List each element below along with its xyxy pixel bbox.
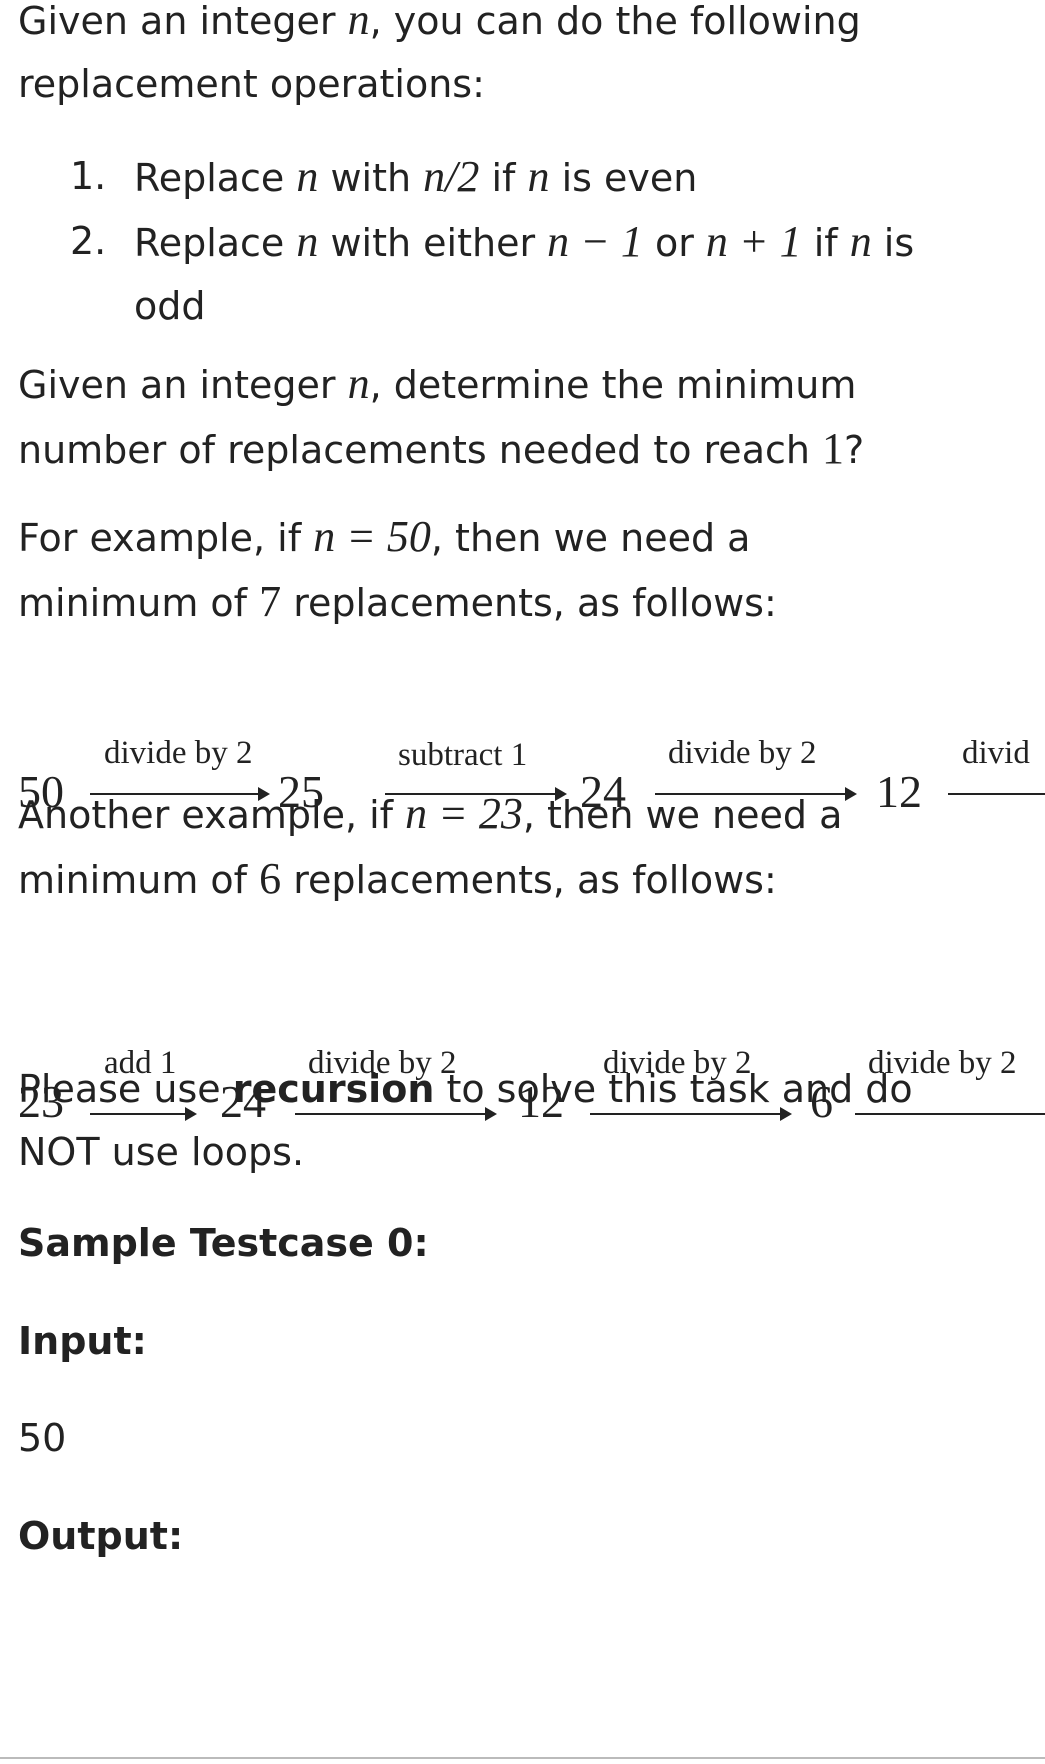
example-text: minimum of (18, 581, 260, 625)
rule-text: if (479, 156, 528, 200)
question-text: ? (844, 428, 865, 472)
rule-text: odd (134, 284, 206, 328)
instruction-text: NOT use loops. (18, 1130, 305, 1174)
input-label: Input: (18, 1319, 147, 1363)
math-var-n: n (347, 0, 370, 44)
chain-label: divide by 2 (668, 735, 817, 771)
example-text: For example, if (18, 516, 314, 560)
rule-text: or (642, 221, 706, 265)
intro-text: , you can do the following (369, 0, 861, 43)
example-text: Another example, if (18, 793, 406, 837)
intro-paragraph: Given an integer n, you can do the follo… (18, 0, 1028, 116)
example-text: replacements, as follows: (281, 858, 777, 902)
rule-item: 1. Replace n with n/2 if n is even (70, 145, 1020, 210)
intro-text: replacement operations: (18, 62, 485, 106)
chain-label: subtract 1 (398, 737, 528, 773)
math-var-n: n (296, 152, 319, 201)
rule-text: with either (318, 221, 548, 265)
question-text: Given an integer (18, 363, 348, 407)
rule-text: Replace (134, 221, 297, 265)
rule-text: Replace (134, 156, 297, 200)
math-var-n: n (849, 217, 872, 266)
chain-label: divid (962, 735, 1030, 771)
rule-text: is even (549, 156, 698, 200)
rule-index: 2. (70, 219, 107, 263)
input-value: 50 (18, 1416, 67, 1460)
example1-paragraph: For example, if n = 50, then we need a m… (18, 505, 1028, 635)
math-number: 1 (822, 424, 845, 473)
math-expr: n + 1 (705, 217, 802, 266)
rules-list: 1. Replace n with n/2 if n is even 2. Re… (70, 145, 1020, 338)
question-text: , determine the minimum (369, 363, 857, 407)
intro-text: Given an integer (18, 0, 348, 43)
rule-item: 2. Replace n with either n − 1 or n + 1 … (70, 210, 1020, 338)
divider (0, 1757, 1045, 1759)
example-text: minimum of (18, 858, 260, 902)
sample-heading: Sample Testcase 0: (18, 1221, 429, 1265)
math-var-n: n (527, 152, 550, 201)
question-paragraph: Given an integer n, determine the minimu… (18, 352, 1028, 482)
rule-text: with (318, 156, 424, 200)
math-number: 6 (259, 854, 282, 903)
instruction-paragraph: Please use recursion to solve this task … (18, 1058, 1028, 1184)
example2-paragraph: Another example, if n = 23, then we need… (18, 782, 1028, 912)
instruction-text: to solve this task and do (434, 1067, 913, 1111)
instruction-emphasis: recursion (232, 1067, 435, 1111)
output-label: Output: (18, 1514, 184, 1558)
math-var-n: n (296, 217, 319, 266)
math-var-n: n (347, 359, 370, 408)
math-expr: n/2 (423, 152, 480, 201)
example-text: , then we need a (522, 793, 843, 837)
rule-text: if (801, 221, 850, 265)
math-expr: n = 50 (313, 512, 431, 561)
example-text: , then we need a (430, 516, 751, 560)
math-expr: n = 23 (405, 789, 523, 838)
example-text: replacements, as follows: (281, 581, 777, 625)
math-expr: n − 1 (547, 217, 643, 266)
instruction-text: Please use (18, 1067, 233, 1111)
math-number: 7 (259, 577, 282, 626)
chain-label: divide by 2 (104, 735, 253, 771)
rule-text: is (871, 221, 915, 265)
rule-index: 1. (70, 154, 107, 198)
question-text: number of replacements needed to reach (18, 428, 823, 472)
